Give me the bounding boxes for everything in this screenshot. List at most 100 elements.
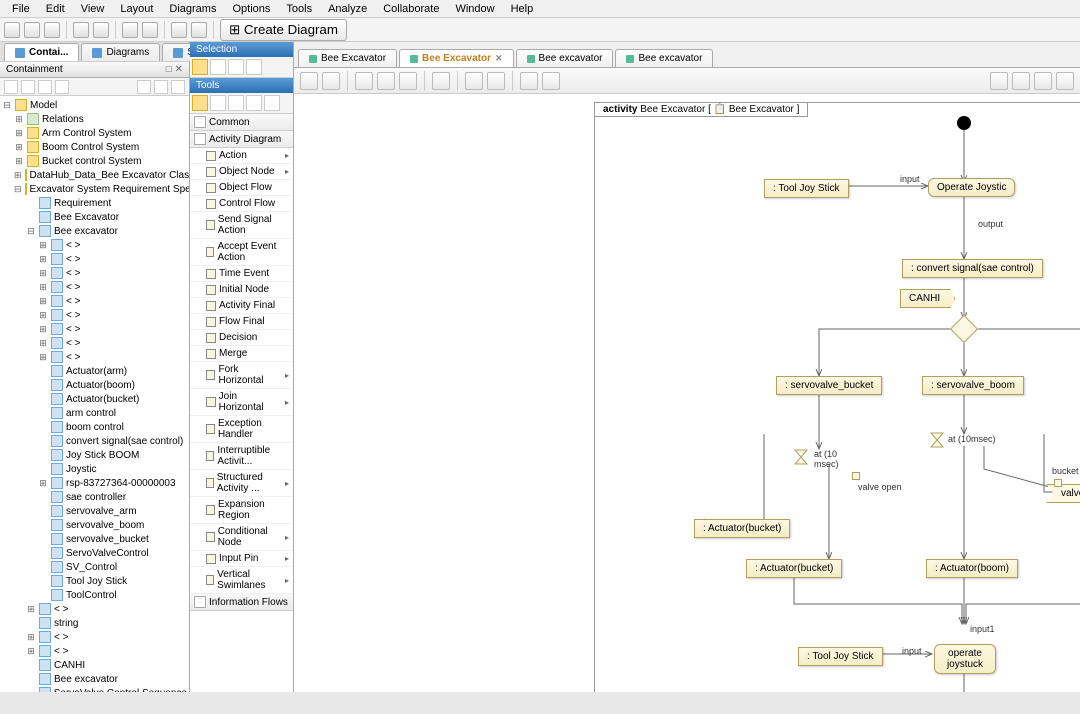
palette-decision[interactable]: Decision bbox=[190, 330, 293, 346]
hand-tool-icon[interactable] bbox=[210, 59, 226, 75]
paste-icon[interactable] bbox=[399, 72, 417, 90]
palette-flow-final[interactable]: Flow Final bbox=[190, 314, 293, 330]
tab-diagrams[interactable]: Diagrams bbox=[81, 43, 160, 61]
tree-item[interactable]: Joystic bbox=[2, 462, 187, 476]
tree-item[interactable]: Tool Joy Stick bbox=[2, 574, 187, 588]
tree-item[interactable]: ServoValve Control Sequence bbox=[2, 686, 187, 692]
search-icon[interactable] bbox=[55, 80, 69, 94]
lasso-tool-icon[interactable] bbox=[228, 59, 244, 75]
palette-common[interactable]: Common bbox=[190, 114, 293, 131]
palette-time-event[interactable]: Time Event bbox=[190, 266, 293, 282]
tree-item[interactable]: Actuator(boom) bbox=[2, 378, 187, 392]
menu-file[interactable]: File bbox=[4, 3, 38, 15]
new-icon[interactable] bbox=[4, 22, 20, 38]
bucket-pin[interactable] bbox=[1054, 479, 1062, 487]
tool-joy-stick-node-2[interactable]: : Tool Joy Stick bbox=[798, 647, 883, 666]
toggle-icon[interactable]: ⊞ bbox=[26, 604, 36, 615]
toggle-icon[interactable]: ⊞ bbox=[26, 646, 36, 657]
palette-initial-node[interactable]: Initial Node bbox=[190, 282, 293, 298]
tree-item[interactable]: Bee Excavator bbox=[2, 210, 187, 224]
tree-item[interactable]: ⊞< > bbox=[2, 252, 187, 266]
palette-exception-handler[interactable]: Exception Handler bbox=[190, 416, 293, 443]
actuator-bucket-node-2[interactable]: : Actuator(bucket) bbox=[746, 559, 842, 578]
gear-icon[interactable] bbox=[154, 80, 168, 94]
tree-item[interactable]: sae controller bbox=[2, 490, 187, 504]
operate-joystic-node[interactable]: Operate Joystic bbox=[928, 178, 1015, 197]
minimize-icon[interactable]: □ bbox=[166, 64, 172, 75]
tree-item[interactable]: ⊞DataHub_Data_Bee Excavator Class Da bbox=[2, 168, 187, 182]
select-all-icon[interactable] bbox=[355, 72, 373, 90]
layout-icon[interactable] bbox=[520, 72, 538, 90]
tree-item[interactable]: ⊞< > bbox=[2, 350, 187, 364]
tree-item[interactable]: ⊞< > bbox=[2, 322, 187, 336]
tree-item[interactable]: ⊞< > bbox=[2, 644, 187, 658]
palette-object-flow[interactable]: Object Flow bbox=[190, 180, 293, 196]
toggle-icon[interactable]: ⊞ bbox=[38, 282, 48, 293]
tree-item[interactable]: ⊞Arm Control System bbox=[2, 126, 187, 140]
tree-item[interactable]: Actuator(bucket) bbox=[2, 392, 187, 406]
toggle-icon[interactable]: ⊞ bbox=[38, 268, 48, 279]
menu-window[interactable]: Window bbox=[447, 3, 502, 15]
toggle-icon[interactable]: ⊞ bbox=[38, 240, 48, 251]
tree-item[interactable]: Bee excavator bbox=[2, 672, 187, 686]
tree-item[interactable]: ⊞< > bbox=[2, 336, 187, 350]
delete-icon[interactable] bbox=[432, 72, 450, 90]
tree-item[interactable]: ⊟Excavator System Requirement Specifi bbox=[2, 182, 187, 196]
print-icon[interactable] bbox=[93, 22, 109, 38]
zoom-icon[interactable] bbox=[1056, 72, 1074, 90]
actuator-bucket-node-1[interactable]: : Actuator(bucket) bbox=[694, 519, 790, 538]
route-icon[interactable] bbox=[542, 72, 560, 90]
palette-conditional-node[interactable]: Conditional Node▸ bbox=[190, 524, 293, 551]
tree-item[interactable]: ⊞rsp-83727364-00000003 bbox=[2, 476, 187, 490]
tree-item[interactable]: SV_Control bbox=[2, 560, 187, 574]
palette-vertical-swimlanes[interactable]: Vertical Swimlanes▸ bbox=[190, 567, 293, 594]
pointer-tool-icon[interactable] bbox=[192, 59, 208, 75]
tree-item[interactable]: ⊞< > bbox=[2, 238, 187, 252]
copy-icon[interactable] bbox=[377, 72, 395, 90]
toggle-icon[interactable]: ⊟ bbox=[2, 100, 12, 111]
palette-send-signal-action[interactable]: Send Signal Action bbox=[190, 212, 293, 239]
diagram-icon[interactable] bbox=[171, 22, 187, 38]
palette-input-pin[interactable]: Input Pin▸ bbox=[190, 551, 293, 567]
refresh-icon[interactable] bbox=[38, 80, 52, 94]
valve-open-pin[interactable] bbox=[852, 472, 860, 480]
toggle-icon[interactable]: ⊞ bbox=[14, 156, 24, 167]
navigate-icon[interactable] bbox=[191, 22, 207, 38]
menu-diagrams[interactable]: Diagrams bbox=[161, 3, 224, 15]
expand-icon[interactable] bbox=[4, 80, 18, 94]
menu-analyze[interactable]: Analyze bbox=[320, 3, 375, 15]
palette-interruptible-activit-[interactable]: Interruptible Activit... bbox=[190, 443, 293, 470]
palette-activity-diagram[interactable]: Activity Diagram bbox=[190, 131, 293, 148]
tab-bee-excavator-1[interactable]: Bee Excavator bbox=[298, 49, 397, 67]
toggle-icon[interactable]: ⊞ bbox=[38, 310, 48, 321]
save-all-icon[interactable] bbox=[73, 22, 89, 38]
tree-item[interactable]: Joy Stick BOOM bbox=[2, 448, 187, 462]
menu-collaborate[interactable]: Collaborate bbox=[375, 3, 447, 15]
close-icon[interactable]: ✕ bbox=[175, 64, 183, 75]
undo-icon[interactable] bbox=[122, 22, 138, 38]
menu-tools[interactable]: Tools bbox=[278, 3, 320, 15]
grid-icon[interactable] bbox=[1012, 72, 1030, 90]
note-tool-icon[interactable] bbox=[192, 95, 208, 111]
toggle-icon[interactable]: ⊞ bbox=[26, 632, 36, 643]
tree-item[interactable]: ⊟Bee excavator bbox=[2, 224, 187, 238]
tree-item[interactable]: convert signal(sae control) bbox=[2, 434, 187, 448]
tab-containment[interactable]: Contai... bbox=[4, 43, 79, 61]
canhi-node[interactable]: CANHI bbox=[900, 289, 955, 308]
save-icon[interactable] bbox=[44, 22, 60, 38]
palette-expansion-region[interactable]: Expansion Region bbox=[190, 497, 293, 524]
nav-back-icon[interactable] bbox=[300, 72, 318, 90]
gear-icon[interactable] bbox=[990, 72, 1008, 90]
tree-item[interactable]: string bbox=[2, 616, 187, 630]
tree-item[interactable]: servovalve_arm bbox=[2, 504, 187, 518]
palette-object-node[interactable]: Object Node▸ bbox=[190, 164, 293, 180]
collapse-icon[interactable] bbox=[21, 80, 35, 94]
toggle-icon[interactable]: ⊞ bbox=[38, 478, 48, 489]
toggle-icon[interactable]: ⊞ bbox=[38, 324, 48, 335]
tool-joy-stick-node-1[interactable]: : Tool Joy Stick bbox=[764, 179, 849, 198]
activity-diagram[interactable]: activity Bee Excavator [ 📋 Bee Excavator… bbox=[294, 94, 1080, 692]
palette-activity-final[interactable]: Activity Final bbox=[190, 298, 293, 314]
toggle-icon[interactable]: ⊟ bbox=[26, 226, 36, 237]
convert-signal-node[interactable]: : convert signal(sae control) bbox=[902, 259, 1043, 278]
operate-joystuck-node[interactable]: operate joystuck bbox=[934, 644, 996, 674]
